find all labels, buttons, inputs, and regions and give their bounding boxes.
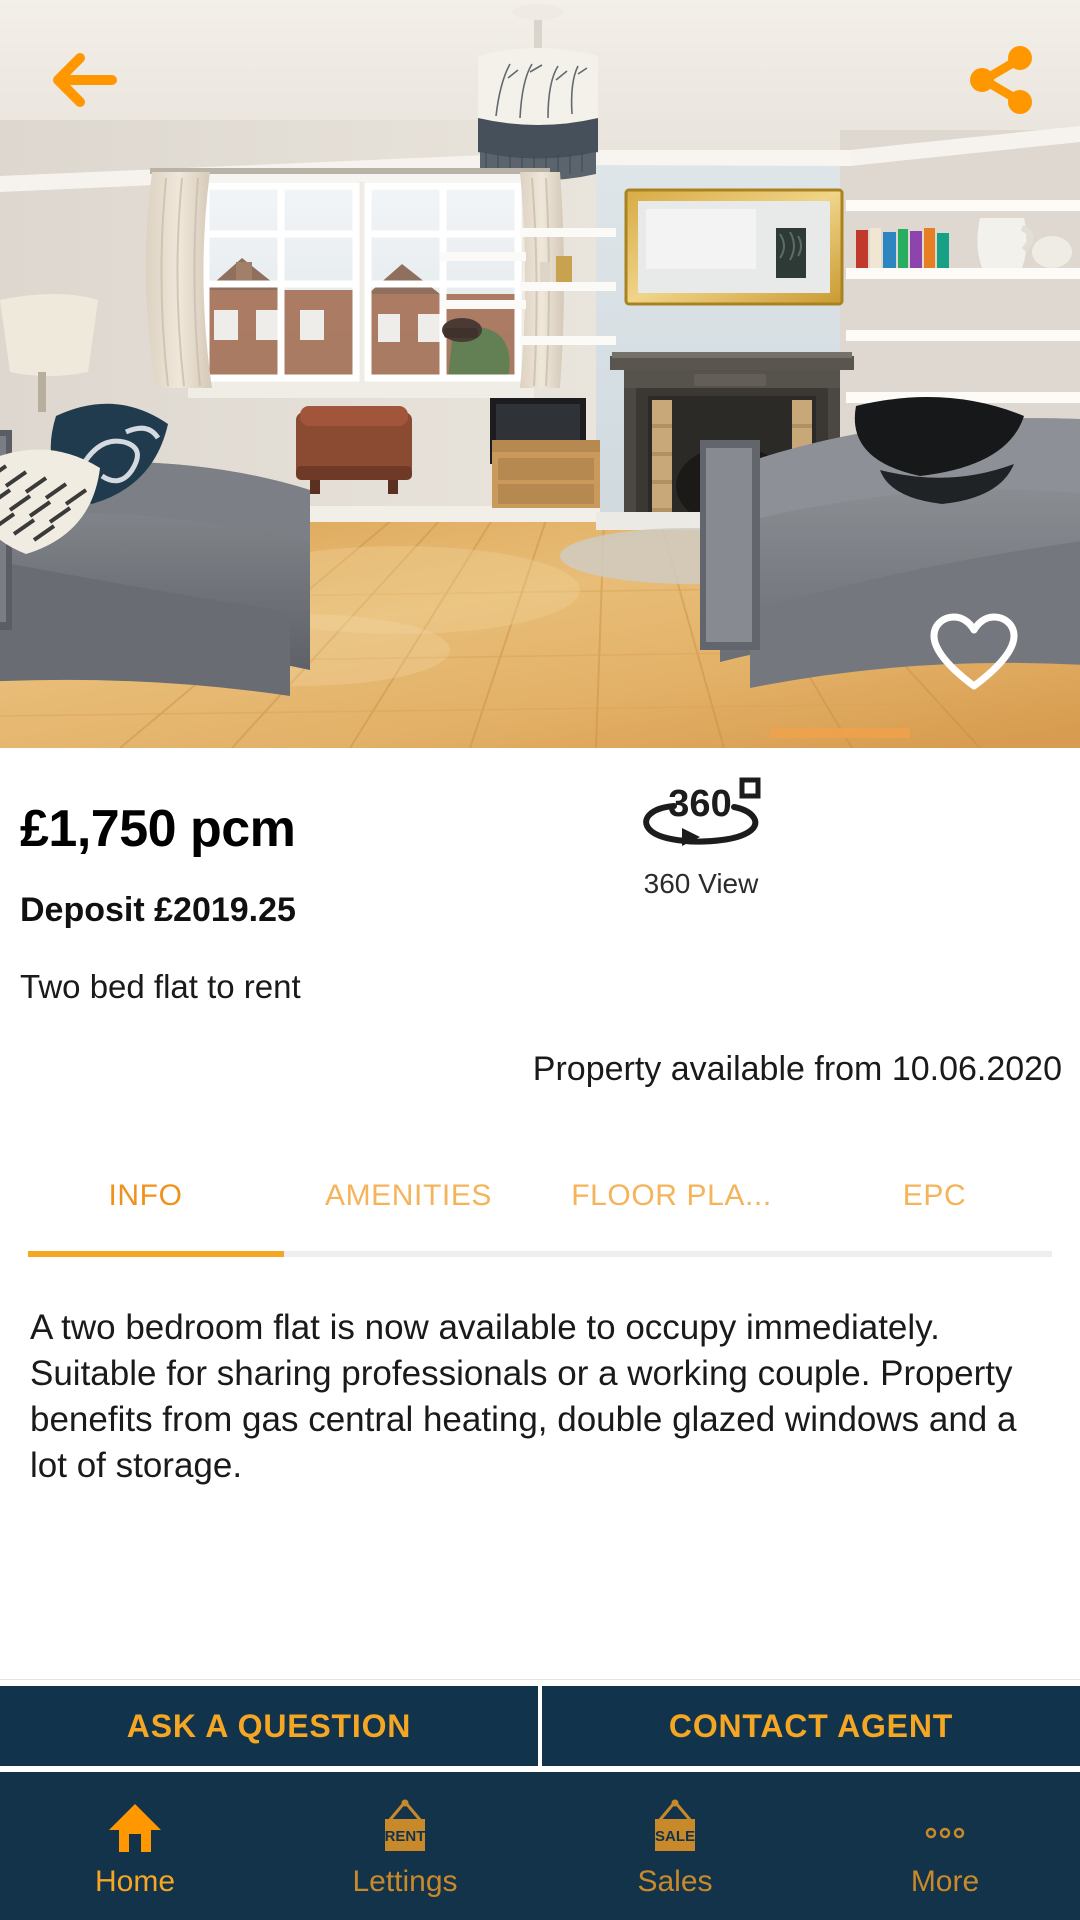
share-icon [970, 46, 1032, 114]
360-view-button[interactable]: 360 360 View [606, 776, 796, 900]
rent-sign-icon: RENT [375, 1799, 435, 1857]
nav-item-lettings[interactable]: RENT Lettings [270, 1799, 540, 1899]
nav-label-sales: Sales [637, 1865, 713, 1898]
nav-label-more: More [910, 1865, 980, 1898]
tab-floor-plan[interactable]: FLOOR PLA... [540, 1179, 803, 1213]
availability-text: Property available from 10.06.2020 [532, 1049, 1062, 1088]
living-room-photo [0, 0, 1080, 748]
tab-track [28, 1250, 1052, 1257]
tab-info[interactable]: INFO [14, 1179, 277, 1213]
tab-list: INFO AMENITIES FLOOR PLA... EPC [0, 1159, 1080, 1233]
back-arrow-icon [53, 53, 117, 107]
heart-outline-icon [930, 613, 1018, 690]
svg-text:360: 360 [668, 783, 731, 825]
hero-image[interactable] [0, 0, 1080, 748]
tab-epc[interactable]: EPC [803, 1179, 1066, 1213]
property-info-pane: £1,750 pcm Deposit £2019.25 Two bed flat… [0, 748, 1080, 1772]
svg-text:RENT: RENT [385, 1828, 426, 1845]
tab-amenities[interactable]: AMENITIES [277, 1179, 540, 1213]
more-dots-icon [915, 1799, 975, 1857]
sale-sign-icon: SALE [645, 1799, 705, 1857]
property-detail-screen: £1,750 pcm Deposit £2019.25 Two bed flat… [0, 0, 1080, 1920]
price: £1,750 pcm [20, 800, 296, 858]
nav-label-home: Home [94, 1865, 176, 1898]
cta-bar: ASK A QUESTION CONTACT AGENT [0, 1679, 1080, 1772]
contact-agent-button[interactable]: CONTACT AGENT [542, 1686, 1080, 1766]
favorite-button[interactable] [930, 612, 1018, 696]
nav-label-lettings: Lettings [352, 1865, 458, 1898]
property-subtitle: Two bed flat to rent [20, 967, 301, 1005]
nav-item-more[interactable]: More [810, 1799, 1080, 1899]
ask-a-question-button[interactable]: ASK A QUESTION [0, 1686, 538, 1766]
tab-active-indicator [28, 1250, 284, 1257]
360-view-label: 360 View [643, 868, 759, 899]
bottom-navigation: Home RENT Lettings SALE Sales More [0, 1772, 1080, 1920]
share-button[interactable] [962, 42, 1038, 118]
property-description: A two bedroom flat is now available to o… [30, 1307, 1017, 1486]
back-button[interactable] [48, 48, 120, 112]
360-rotate-icon: 360 [643, 777, 761, 846]
svg-text:SALE: SALE [655, 1828, 695, 1845]
nav-item-home[interactable]: Home [0, 1799, 270, 1899]
nav-item-sales[interactable]: SALE Sales [540, 1799, 810, 1899]
home-icon [107, 1799, 163, 1857]
price-section: £1,750 pcm Deposit £2019.25 Two bed flat… [0, 748, 1080, 1006]
deposit: Deposit £2019.25 [20, 890, 296, 929]
tabs-section: INFO AMENITIES FLOOR PLA... EPC [0, 1159, 1080, 1257]
